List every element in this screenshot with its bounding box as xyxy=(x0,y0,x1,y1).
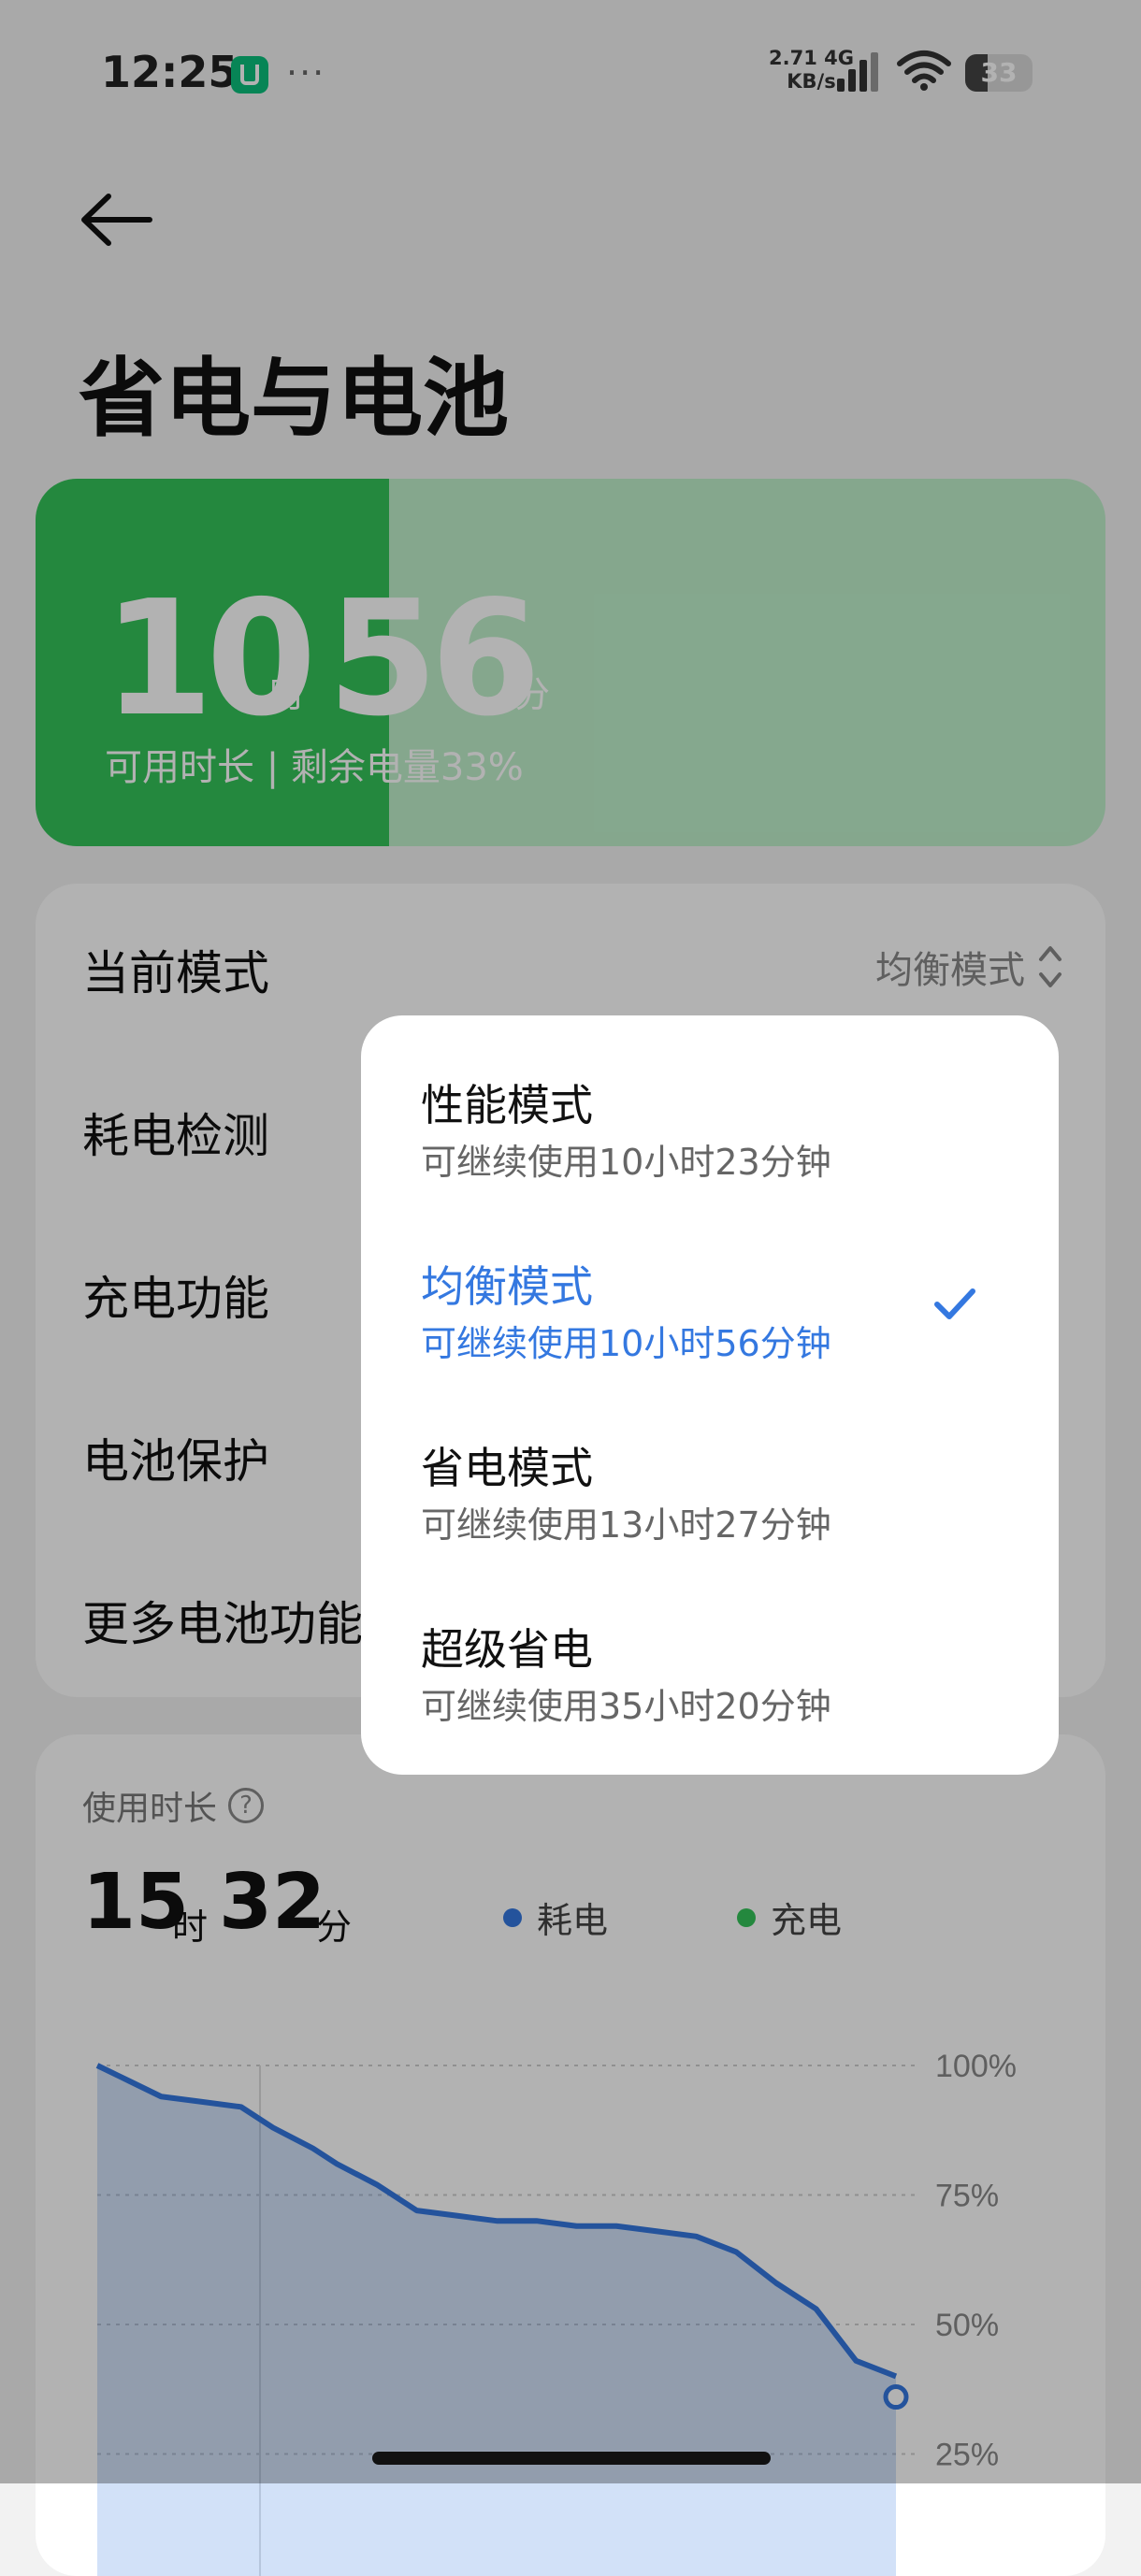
mode-option-ultra-saving[interactable]: 超级省电 可继续使用35小时20分钟 xyxy=(361,1605,1059,1786)
mode-option-name: 超级省电 xyxy=(421,1624,593,1675)
mode-option-name: 性能模式 xyxy=(421,1080,593,1130)
mode-option-performance[interactable]: 性能模式 可继续使用10小时23分钟 xyxy=(361,1060,1059,1242)
mode-option-desc: 可继续使用10小时56分钟 xyxy=(421,1323,831,1364)
mode-option-name: 均衡模式 xyxy=(421,1261,593,1312)
mode-option-name: 省电模式 xyxy=(421,1443,593,1493)
checkmark-icon xyxy=(934,1288,975,1319)
mode-option-balanced[interactable]: 均衡模式 可继续使用10小时56分钟 xyxy=(361,1242,1059,1423)
home-indicator[interactable] xyxy=(372,2452,771,2465)
mode-option-power-saving[interactable]: 省电模式 可继续使用13小时27分钟 xyxy=(361,1423,1059,1605)
mode-option-desc: 可继续使用35小时20分钟 xyxy=(421,1686,831,1727)
mode-option-desc: 可继续使用10小时23分钟 xyxy=(421,1142,831,1183)
mode-popup: 性能模式 可继续使用10小时23分钟 均衡模式 可继续使用10小时56分钟 省电… xyxy=(361,1015,1059,1775)
mode-option-desc: 可继续使用13小时27分钟 xyxy=(421,1504,831,1546)
